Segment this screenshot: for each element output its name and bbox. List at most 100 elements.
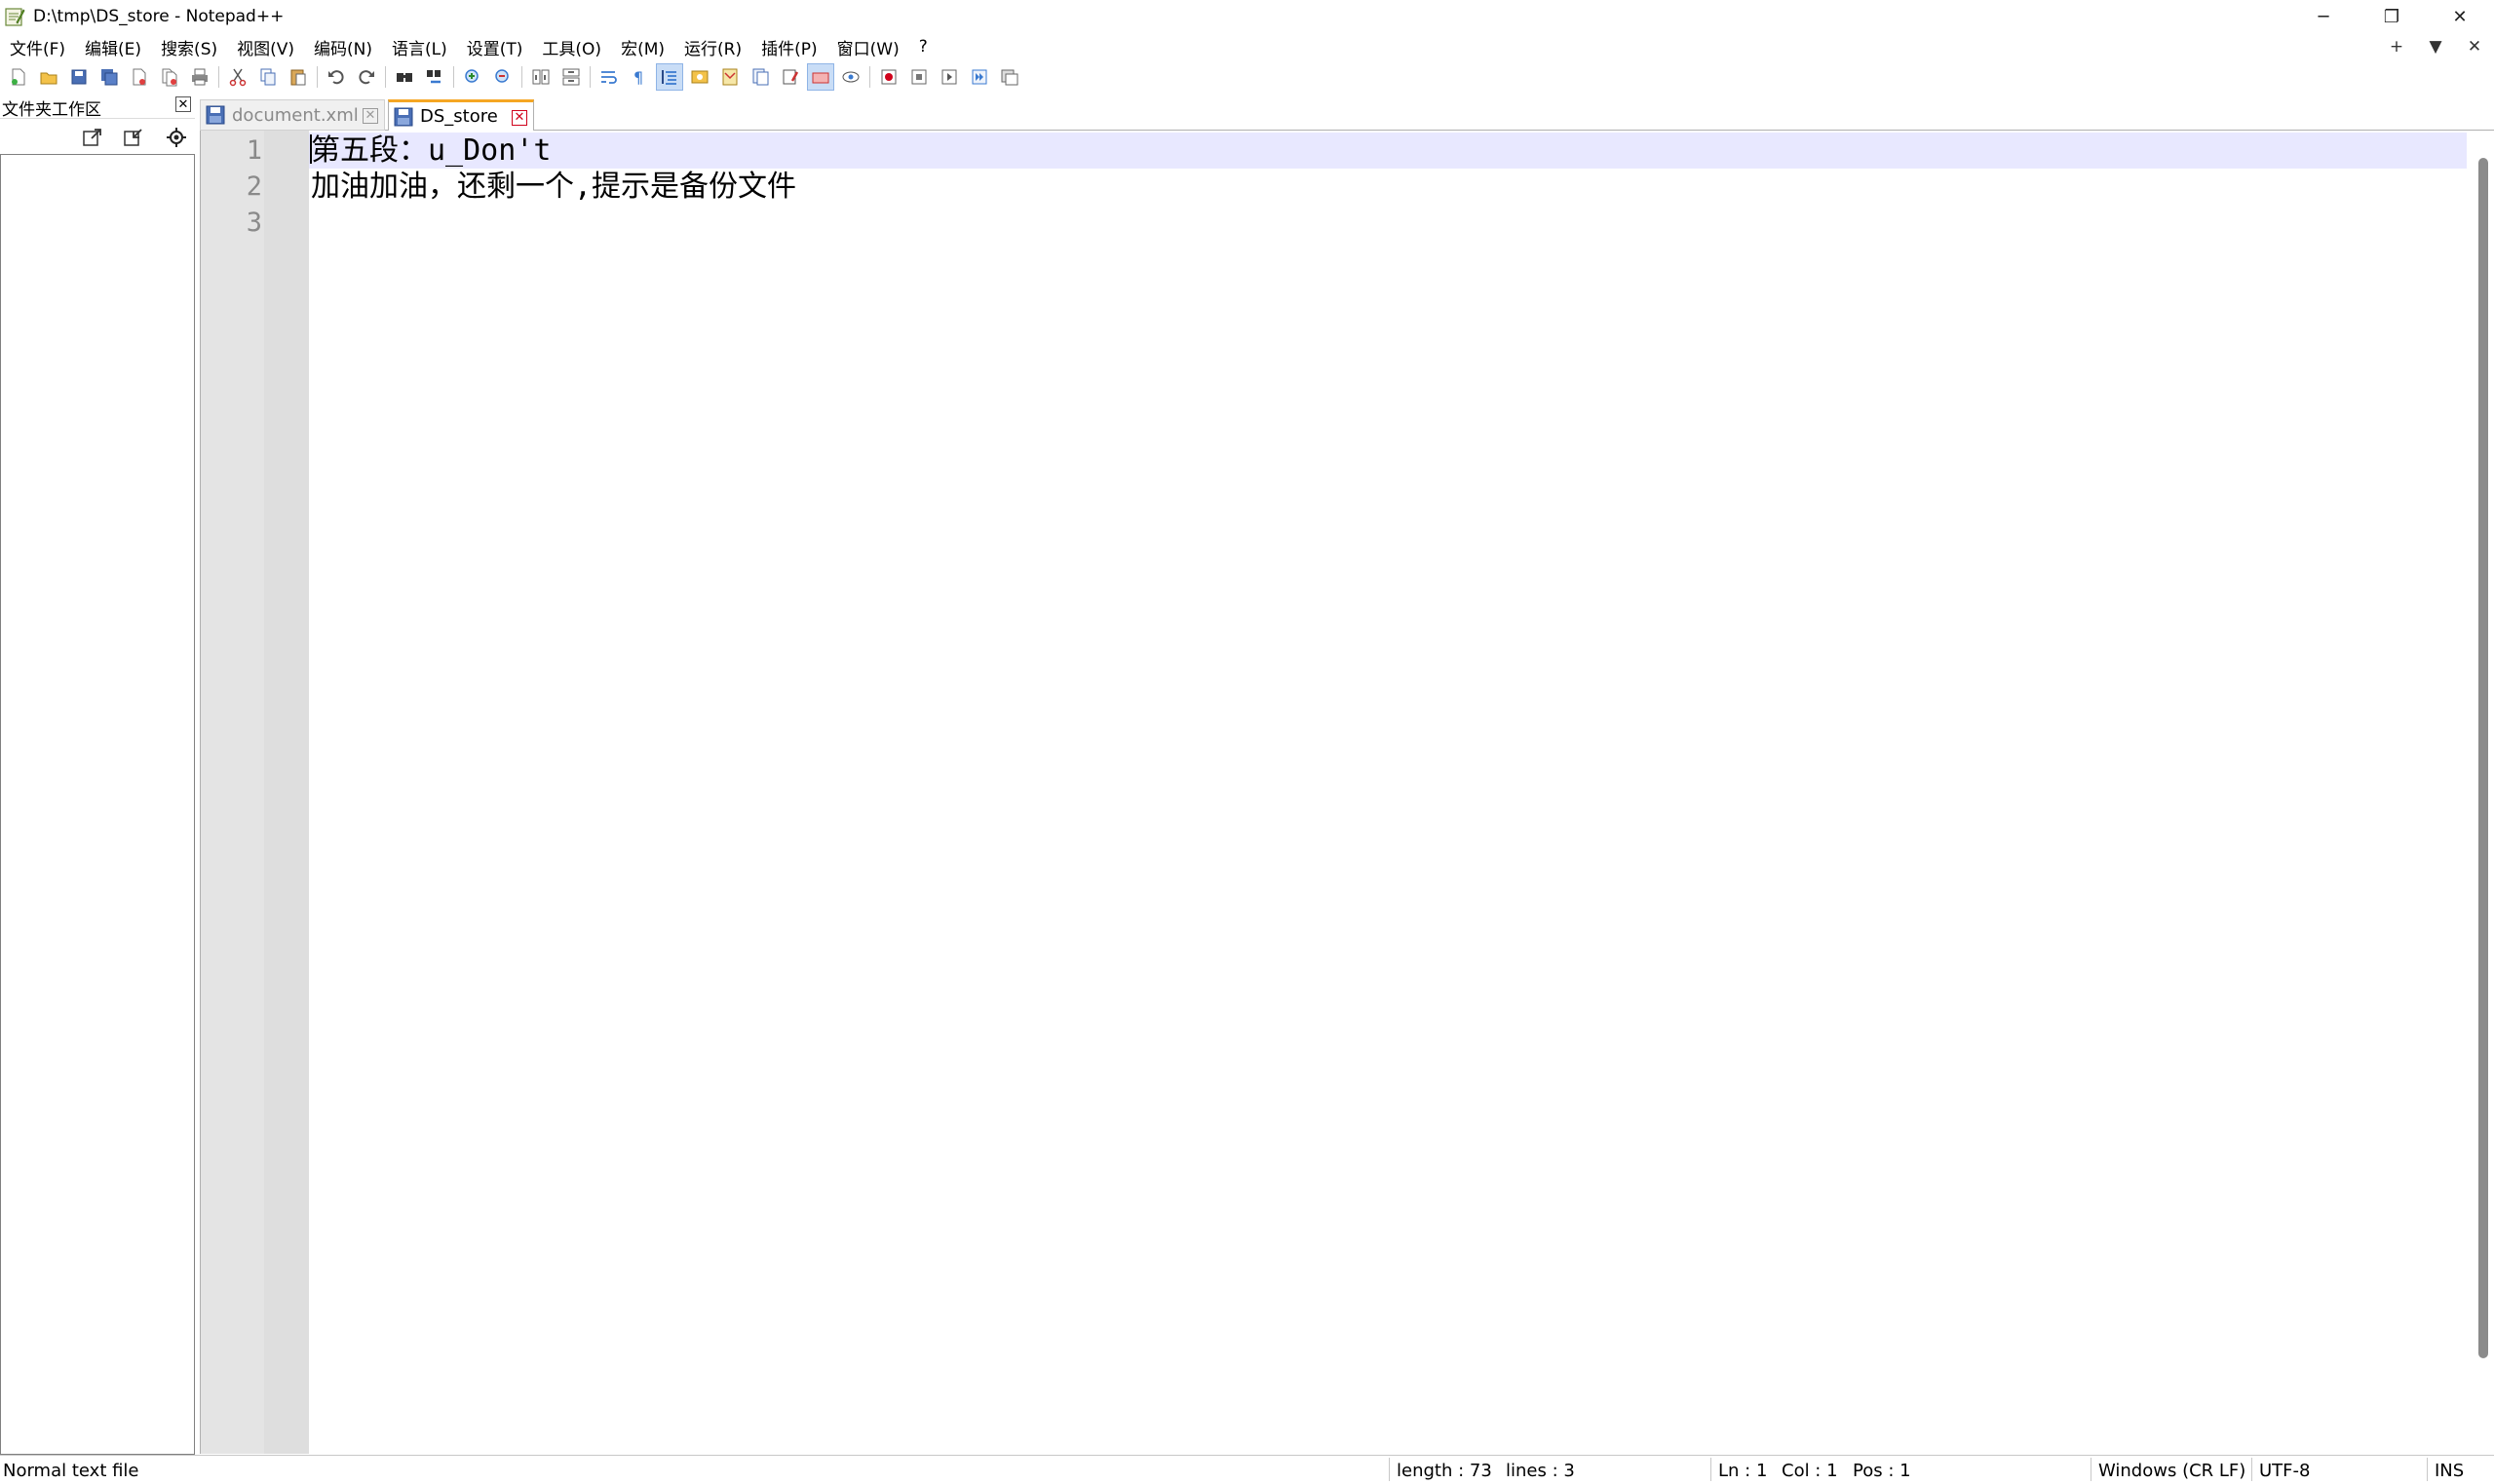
menu-help[interactable]: ?	[909, 37, 938, 57]
saved-file-icon	[394, 107, 413, 126]
status-divider	[1710, 1458, 1711, 1481]
zoom-in-icon[interactable]	[460, 64, 485, 90]
menu-view[interactable]: 视图(V)	[227, 35, 304, 59]
tab-list-button[interactable]: ▼	[2416, 37, 2455, 57]
tab-close-icon[interactable]: ✕	[512, 110, 527, 126]
menu-settings[interactable]: 设置(T)	[457, 35, 533, 59]
replace-icon[interactable]	[422, 64, 447, 90]
status-divider	[2251, 1458, 2252, 1481]
tab-close-icon[interactable]: ✕	[363, 108, 378, 124]
status-divider	[1389, 1458, 1390, 1481]
minimize-button[interactable]: ─	[2289, 0, 2358, 33]
toolbar-separator	[453, 66, 454, 88]
word-wrap-icon[interactable]	[596, 64, 622, 90]
find-icon[interactable]	[392, 64, 417, 90]
status-lines: lines : 3	[1506, 1461, 1575, 1481]
new-tab-button[interactable]: +	[2377, 37, 2416, 57]
toolbar-separator	[590, 66, 591, 88]
toolbar-separator	[385, 66, 386, 88]
open-file-icon[interactable]	[36, 64, 61, 90]
close-window-button[interactable]: ✕	[2426, 0, 2494, 33]
text-caret	[310, 134, 312, 164]
vertical-scrollbar[interactable]	[2471, 131, 2494, 1454]
locate-current-file-icon[interactable]	[164, 125, 189, 150]
sync-vertical-icon[interactable]	[528, 64, 554, 90]
expand-all-icon[interactable]	[80, 125, 105, 150]
record-macro-icon[interactable]	[876, 64, 902, 90]
fold-margin[interactable]	[264, 131, 309, 1454]
status-line: Ln : 1	[1718, 1461, 1768, 1481]
define-language-icon[interactable]	[687, 64, 712, 90]
notepad-plus-plus-window: D:\tmp\DS_store - Notepad++ ─ ❐ ✕ 文件(F) …	[0, 0, 2494, 1484]
window-title: D:\tmp\DS_store - Notepad++	[33, 7, 285, 26]
status-column: Col : 1	[1782, 1461, 1838, 1481]
line-number-gutter: 1 2 3	[201, 131, 264, 1454]
run-macro-multiple-icon[interactable]	[967, 64, 992, 90]
window-controls: ─ ❐ ✕	[2289, 0, 2494, 33]
toolbar-separator	[869, 66, 870, 88]
menu-language[interactable]: 语言(L)	[382, 35, 457, 59]
monitoring-icon[interactable]	[807, 63, 834, 91]
saved-file-icon	[206, 105, 225, 125]
close-doc-button[interactable]: ✕	[2455, 37, 2494, 57]
line-number: 2	[246, 171, 262, 202]
document-map-icon[interactable]	[717, 64, 743, 90]
menu-window[interactable]: 窗口(W)	[827, 35, 909, 59]
code-line[interactable]: 第五段：u_Don't	[309, 133, 2467, 169]
menu-run[interactable]: 运行(R)	[674, 35, 751, 59]
play-macro-icon[interactable]	[937, 64, 962, 90]
toolbar: ¶	[0, 60, 2494, 94]
zoom-out-icon[interactable]	[490, 64, 516, 90]
folder-workspace-title: 文件夹工作区	[2, 100, 101, 120]
status-encoding: UTF-8	[2259, 1461, 2311, 1481]
status-length: length : 73	[1397, 1461, 1492, 1481]
menu-tools[interactable]: 工具(O)	[532, 35, 611, 59]
cut-icon[interactable]	[225, 64, 250, 90]
indent-guide-icon[interactable]	[656, 63, 683, 91]
menu-encoding[interactable]: 编码(N)	[304, 35, 382, 59]
toolbar-separator	[521, 66, 522, 88]
status-divider	[2427, 1458, 2428, 1481]
line-number: 3	[246, 208, 262, 238]
status-position: Pos : 1	[1853, 1461, 1911, 1481]
undo-icon[interactable]	[324, 64, 349, 90]
folder-workspace-tree[interactable]	[0, 154, 195, 1455]
menubar-right-controls: + ▼ ✕	[2377, 33, 2494, 60]
tab-document-xml[interactable]: document.xml ✕	[200, 99, 385, 131]
toolbar-separator	[317, 66, 318, 88]
tab-ds-store[interactable]: DS_store ✕	[388, 99, 534, 131]
stop-record-icon[interactable]	[906, 64, 932, 90]
menu-edit[interactable]: 编辑(E)	[75, 35, 151, 59]
close-all-icon[interactable]	[157, 64, 182, 90]
save-macro-icon[interactable]	[997, 64, 1022, 90]
save-icon[interactable]	[66, 64, 92, 90]
save-all-icon[interactable]	[96, 64, 122, 90]
menu-plugins[interactable]: 插件(P)	[751, 35, 827, 59]
redo-icon[interactable]	[354, 64, 379, 90]
scrollbar-thumb[interactable]	[2478, 158, 2488, 1358]
code-line[interactable]	[309, 205, 2467, 241]
show-all-chars-icon[interactable]: ¶	[627, 64, 652, 90]
restore-button[interactable]: ❐	[2358, 0, 2426, 33]
code-line[interactable]: 加油加油，还剩一个,提示是备份文件	[309, 169, 2467, 205]
title-bar: D:\tmp\DS_store - Notepad++ ─ ❐ ✕	[0, 0, 2494, 33]
new-file-icon[interactable]	[6, 64, 31, 90]
close-icon[interactable]	[127, 64, 152, 90]
collapse-all-icon[interactable]	[121, 125, 146, 150]
status-bar: Normal text file length : 73 lines : 3 L…	[0, 1455, 2494, 1484]
folder-workspace-toolbar	[0, 119, 195, 154]
menu-file[interactable]: 文件(F)	[0, 35, 75, 59]
menu-search[interactable]: 搜索(S)	[151, 35, 227, 59]
text-editor[interactable]: 1 2 3 第五段：u_Don't 加油加油，还剩一个,提示是备份文件	[200, 131, 2494, 1454]
toolbar-separator	[218, 66, 219, 88]
sync-horizontal-icon[interactable]	[558, 64, 584, 90]
panel-close-button[interactable]: ✕	[175, 96, 191, 112]
function-list-icon[interactable]	[748, 64, 773, 90]
copy-icon[interactable]	[255, 64, 281, 90]
status-file-type: Normal text file	[3, 1461, 139, 1481]
menu-macro[interactable]: 宏(M)	[611, 35, 674, 59]
print-icon[interactable]	[187, 64, 212, 90]
folder-workspace-icon[interactable]	[778, 64, 803, 90]
eye-icon[interactable]	[838, 64, 863, 90]
paste-icon[interactable]	[286, 64, 311, 90]
